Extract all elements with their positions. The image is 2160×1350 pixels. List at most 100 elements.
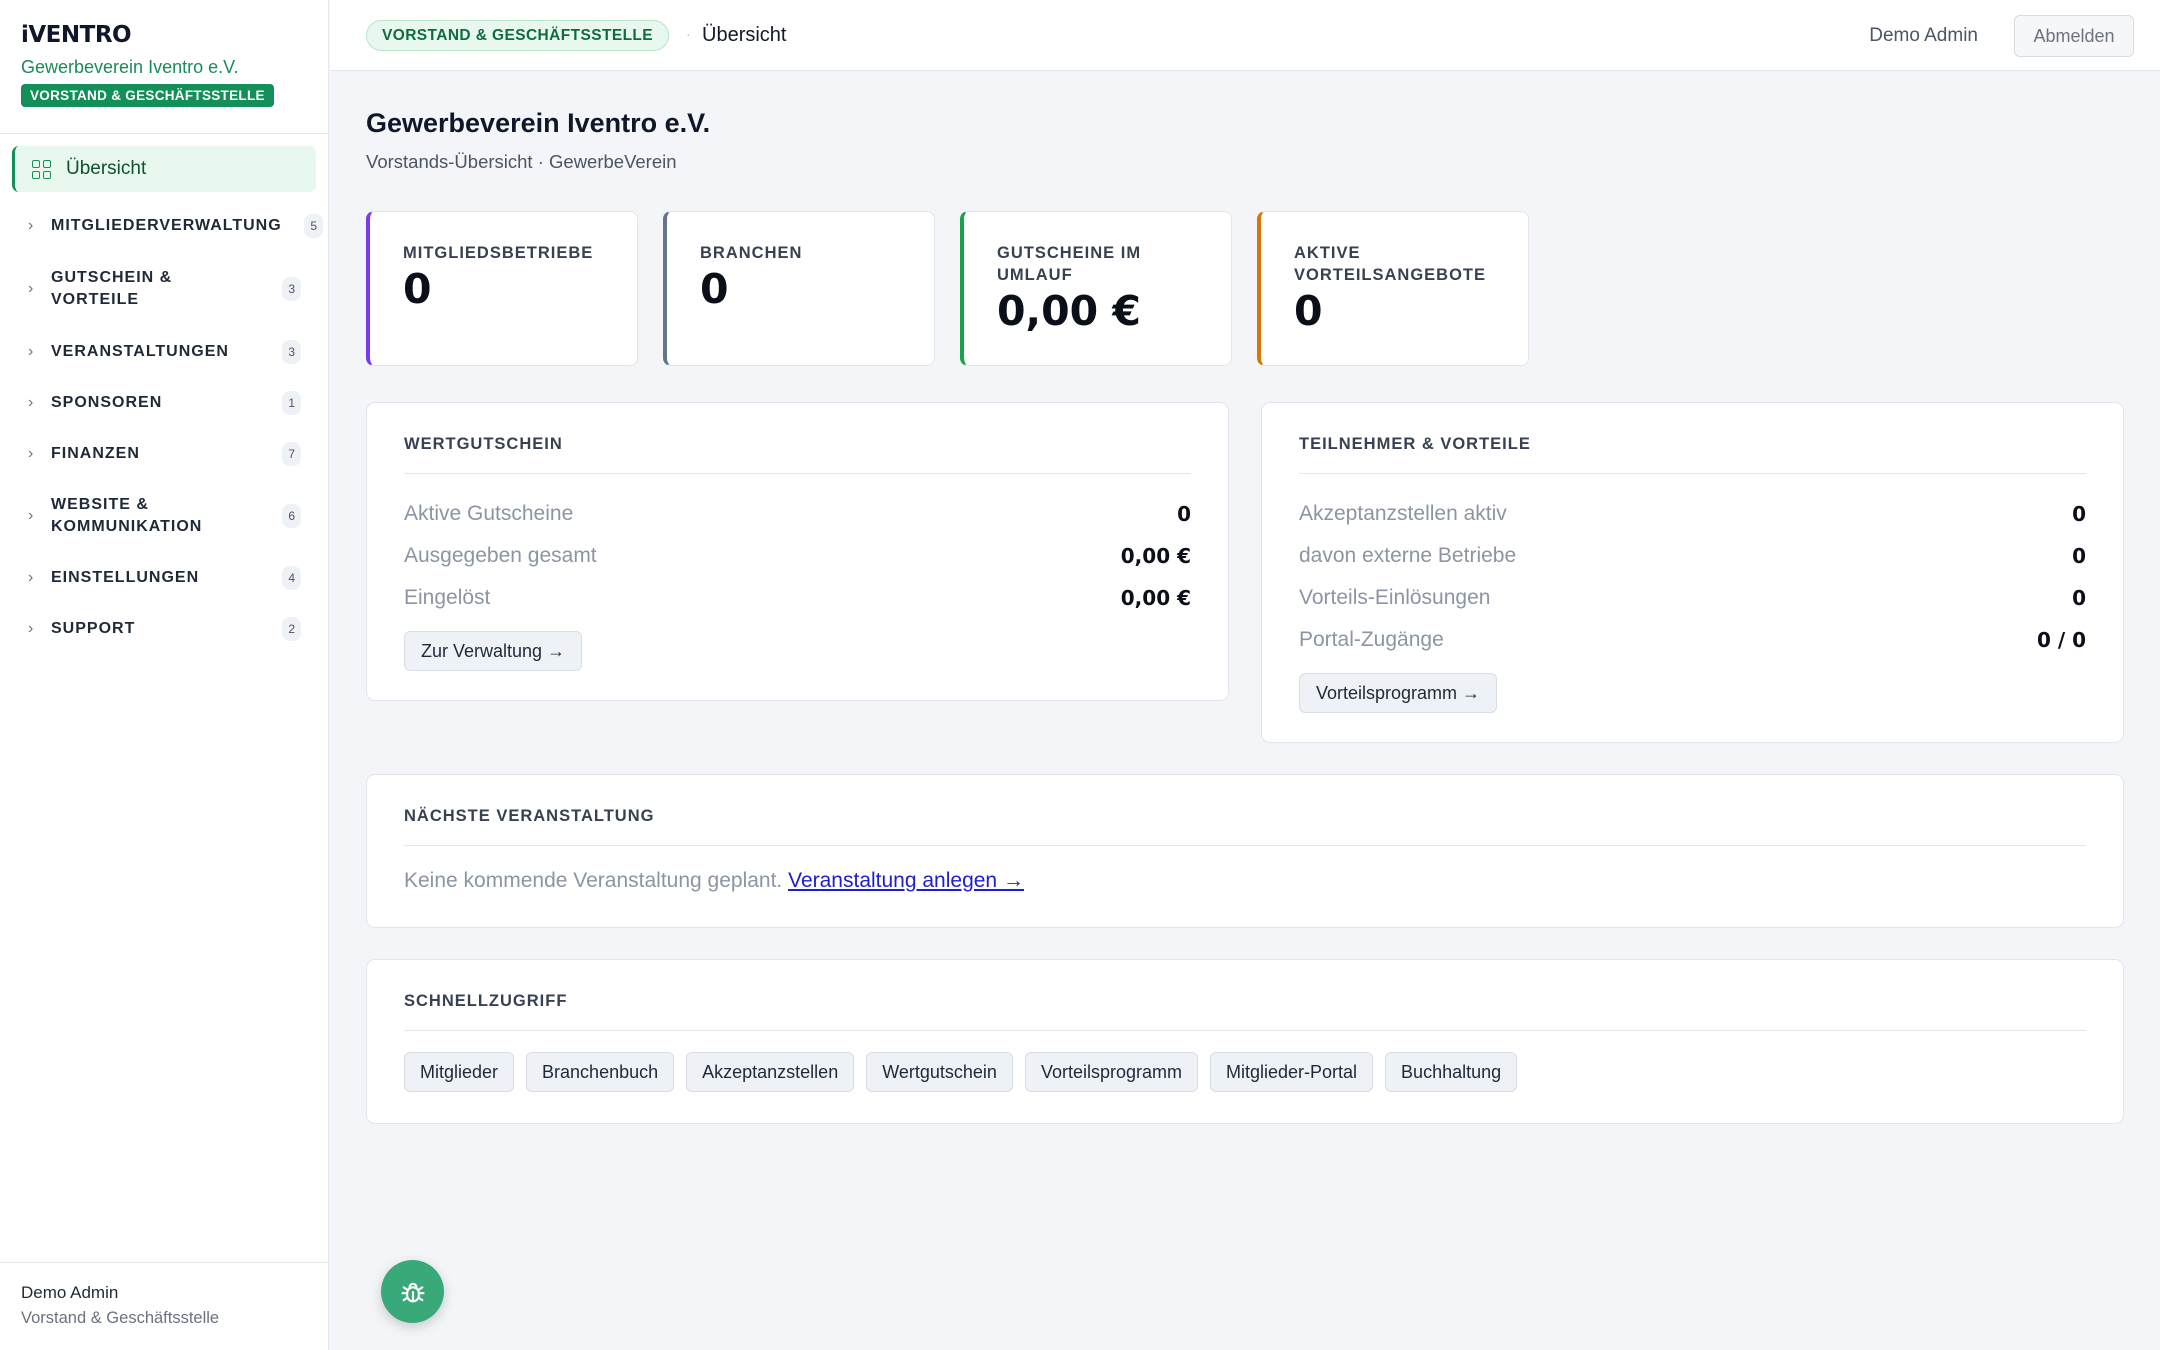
chevron-right-icon: › xyxy=(28,569,35,586)
count-badge: 3 xyxy=(282,277,301,301)
sidebar-group-label: VERANSTALTUNGEN xyxy=(51,343,229,360)
bug-report-button[interactable] xyxy=(381,1260,444,1323)
stat-label: BRANCHEN xyxy=(700,244,803,262)
breadcrumb-separator: · xyxy=(686,26,691,42)
next-event-empty: Keine kommende Veranstaltung geplant. Ve… xyxy=(404,869,1024,893)
sidebar-group-finanzen[interactable]: › FINANZEN 7 xyxy=(0,442,329,466)
sidebar-group-gutschein-vorteile[interactable]: › GUTSCHEIN & VORTEILE 3 xyxy=(0,267,329,311)
row-value: 0,00 € xyxy=(1120,586,1191,610)
sidebar-group-website-kommunikation[interactable]: › WEBSITE & KOMMUNIKATION 6 xyxy=(0,494,329,538)
chevron-right-icon: › xyxy=(28,280,35,297)
row-label: Portal-Zugänge xyxy=(1299,628,1444,651)
count-badge: 5 xyxy=(304,214,323,238)
benefits-program-button[interactable]: Vorteilsprogramm → xyxy=(1299,673,1498,713)
divider xyxy=(404,1030,2086,1031)
count-badge: 1 xyxy=(282,391,301,415)
chevron-right-icon: › xyxy=(28,217,35,234)
benefits-row-redemptions: Vorteils-Einlösungen 0 xyxy=(1299,583,2086,613)
row-value: 0,00 € xyxy=(1120,544,1191,568)
topbar-user-name: Demo Admin xyxy=(1869,25,1978,46)
sidebar-group-label: WEBSITE & KOMMUNIKATION xyxy=(51,496,203,535)
sidebar-group-mitgliederverwaltung[interactable]: › MITGLIEDERVERWALTUNG 5 xyxy=(0,214,329,238)
create-event-link[interactable]: Veranstaltung anlegen → xyxy=(788,869,1024,892)
participants-benefits-card: TEILNEHMER & VORTEILE Akzeptanzstellen a… xyxy=(1261,402,2124,743)
sidebar-group-label: SPONSOREN xyxy=(51,394,163,411)
brand-block: iVENTRO Gewerbeverein Iventro e.V. VORST… xyxy=(0,0,328,134)
current-user-name: Demo Admin xyxy=(21,1283,119,1302)
sidebar-group-sponsoren[interactable]: › SPONSOREN 1 xyxy=(0,391,329,415)
chevron-right-icon: › xyxy=(28,507,35,524)
sidebar-group-label: FINANZEN xyxy=(51,445,140,462)
stat-card-vouchers: GUTSCHEINE IM UMLAUF 0,00 € xyxy=(960,211,1232,366)
quick-link-mitglieder[interactable]: Mitglieder xyxy=(404,1052,515,1092)
count-badge: 2 xyxy=(282,617,301,641)
row-label: Ausgegeben gesamt xyxy=(404,544,597,567)
row-label: Vorteils-Einlösungen xyxy=(1299,586,1491,609)
benefits-row-external: davon externe Betriebe 0 xyxy=(1299,541,2086,571)
top-bar: VORSTAND & GESCHÄFTSSTELLE · Übersicht D… xyxy=(330,0,2160,71)
row-value: 0 xyxy=(2072,502,2086,526)
sidebar-user-footer: Demo Admin Vorstand & Geschäftsstelle xyxy=(0,1262,329,1350)
row-value: 0 / 0 xyxy=(2036,628,2086,652)
stat-value: 0 xyxy=(700,265,729,313)
sidebar-group-einstellungen[interactable]: › EINSTELLUNGEN 4 xyxy=(0,566,329,590)
quick-access-buttons: Mitglieder Branchenbuch Akzeptanzstellen… xyxy=(404,1052,1518,1092)
current-user-role: Vorstand & Geschäftsstelle xyxy=(21,1309,220,1327)
divider xyxy=(1299,473,2086,474)
quick-access-card: SCHNELLZUGRIFF Mitglieder Branchenbuch A… xyxy=(366,959,2124,1124)
quick-link-vorteilsprogramm[interactable]: Vorteilsprogramm xyxy=(1024,1052,1198,1092)
chevron-right-icon: › xyxy=(28,445,35,462)
row-value: 0 xyxy=(2072,586,2086,610)
stat-label: AKTIVE VORTEILSANGEBOTE xyxy=(1294,244,1487,284)
stat-label: GUTSCHEINE IM UMLAUF xyxy=(997,244,1142,284)
app-logo[interactable]: iVENTRO xyxy=(21,22,307,48)
role-context-pill: VORSTAND & GESCHÄFTSSTELLE xyxy=(366,20,670,51)
count-badge: 4 xyxy=(282,566,301,590)
row-label: Eingelöst xyxy=(404,586,491,609)
empty-state-text: Keine kommende Veranstaltung geplant. xyxy=(404,869,783,892)
count-badge: 7 xyxy=(282,442,301,466)
page-breadcrumb-title: Übersicht xyxy=(702,24,787,46)
row-label: davon externe Betriebe xyxy=(1299,544,1517,567)
chevron-right-icon: › xyxy=(28,343,35,360)
sidebar-group-label: GUTSCHEIN & VORTEILE xyxy=(51,269,173,308)
card-title: TEILNEHMER & VORTEILE xyxy=(1299,435,1531,453)
stat-value: 0,00 € xyxy=(997,287,1141,335)
quick-link-wertgutschein[interactable]: Wertgutschein xyxy=(866,1052,1013,1092)
stat-card-benefits: AKTIVE VORTEILSANGEBOTE 0 xyxy=(1257,211,1529,366)
sidebar-group-support[interactable]: › SUPPORT 2 xyxy=(0,617,329,641)
bug-icon xyxy=(400,1282,425,1302)
quick-link-mitglieder-portal[interactable]: Mitglieder-Portal xyxy=(1210,1052,1374,1092)
benefits-row-portal: Portal-Zugänge 0 / 0 xyxy=(1299,625,2086,655)
sidebar-group-veranstaltungen[interactable]: › VERANSTALTUNGEN 3 xyxy=(0,340,329,364)
chevron-right-icon: › xyxy=(28,394,35,411)
quick-link-akzeptanzstellen[interactable]: Akzeptanzstellen xyxy=(686,1052,855,1092)
stat-value: 0 xyxy=(403,265,432,313)
row-label: Akzeptanzstellen aktiv xyxy=(1299,502,1507,525)
stat-card-branches: BRANCHEN 0 xyxy=(663,211,935,366)
sidebar-group-label: SUPPORT xyxy=(51,620,136,637)
page-title: Gewerbeverein Iventro e.V. xyxy=(366,108,711,138)
dashboard-grid-icon xyxy=(32,159,51,179)
row-value: 0 xyxy=(2072,544,2086,568)
benefits-row-acceptance: Akzeptanzstellen aktiv 0 xyxy=(1299,499,2086,529)
quick-link-branchenbuch[interactable]: Branchenbuch xyxy=(526,1052,675,1092)
divider xyxy=(404,845,2086,846)
organization-name: Gewerbeverein Iventro e.V. xyxy=(21,57,239,77)
sidebar: iVENTRO Gewerbeverein Iventro e.V. VORST… xyxy=(0,0,329,1350)
voucher-manage-button[interactable]: Zur Verwaltung → xyxy=(404,631,583,671)
sidebar-group-label: MITGLIEDERVERWALTUNG xyxy=(51,217,282,234)
logout-button[interactable]: Abmelden xyxy=(2014,15,2134,57)
voucher-row-active: Aktive Gutscheine 0 xyxy=(404,499,1191,529)
chevron-right-icon: › xyxy=(28,620,35,637)
sidebar-item-overview[interactable]: Übersicht xyxy=(12,146,316,192)
quick-link-buchhaltung[interactable]: Buchhaltung xyxy=(1385,1052,1518,1092)
voucher-row-issued: Ausgegeben gesamt 0,00 € xyxy=(404,541,1191,571)
divider xyxy=(404,473,1191,474)
voucher-row-redeemed: Eingelöst 0,00 € xyxy=(404,583,1191,613)
role-badge: VORSTAND & GESCHÄFTSSTELLE xyxy=(21,84,274,107)
voucher-card: WERTGUTSCHEIN Aktive Gutscheine 0 Ausgeg… xyxy=(366,402,1229,701)
stat-label: MITGLIEDSBETRIEBE xyxy=(403,244,594,262)
sidebar-item-label: Übersicht xyxy=(66,158,147,179)
row-value: 0 xyxy=(1177,502,1191,526)
